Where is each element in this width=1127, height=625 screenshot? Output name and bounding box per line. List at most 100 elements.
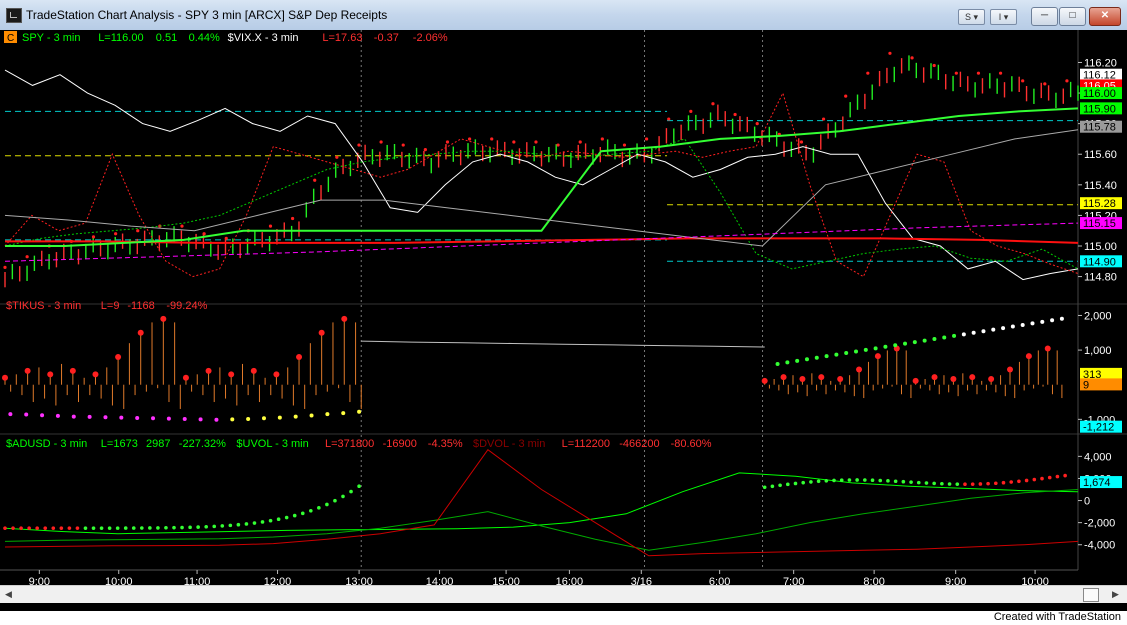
tick-extreme-dot [780, 374, 787, 381]
chart-plot-area[interactable]: C SPY - 3 min L=116.00 0.51 0.44% $VIX.X - 3 … [0, 30, 1127, 597]
tick-extreme-dot [1025, 353, 1032, 360]
legend-tikus-item: L=9 [101, 300, 120, 312]
trend-dot [246, 416, 251, 421]
legend-price-item: $VIX.X - 3 min [228, 32, 299, 44]
price-marker-label: -1,212 [1083, 422, 1114, 434]
trend-dot [1001, 326, 1006, 331]
series-line-price [5, 107, 1079, 247]
scroll-thumb[interactable] [1083, 588, 1099, 602]
adusd-dot [292, 513, 297, 518]
tick-extreme-dot [250, 367, 257, 374]
adusd-dot [99, 526, 104, 530]
tick-extreme-dot [799, 376, 806, 383]
adusd-dot [357, 484, 361, 488]
tick-extreme-dot [2, 374, 8, 381]
y-tick-label-price: 115.40 [1084, 180, 1117, 192]
adusd-dot [1047, 475, 1052, 480]
price-stop-dot [976, 71, 981, 75]
trend-dot [834, 352, 839, 357]
trend-dot [912, 340, 917, 345]
adusd-dot [349, 489, 353, 494]
adusd-dot [778, 483, 782, 488]
price-marker-label: 1,674 [1083, 477, 1111, 489]
window-title: TradeStation Chart Analysis - SPY 3 min … [26, 8, 388, 22]
y-tick-label-tikus: 2,000 [1084, 310, 1112, 322]
adusd-dot [909, 480, 913, 484]
price-stop-dot [268, 224, 273, 228]
scroll-left-arrow-icon[interactable]: ◀ [1, 587, 16, 601]
horizontal-scrollbar[interactable]: ◀ ▶ [0, 585, 1127, 603]
trend-dot [804, 357, 809, 362]
adusd-dot [1001, 480, 1006, 485]
tick-extreme-dot [137, 329, 144, 336]
trend-dot [166, 416, 171, 421]
price-stop-dot [224, 236, 228, 240]
trend-dot [854, 349, 858, 354]
price-stop-dot [401, 143, 405, 147]
legend-price-item: L=17.63 [322, 32, 362, 44]
price-stop-dot [821, 117, 826, 121]
adusd-dot [300, 511, 305, 516]
maximize-button[interactable]: □ [1059, 7, 1086, 26]
price-stop-dot [622, 143, 627, 147]
legend-adusd-item: L=112200 [562, 438, 610, 450]
price-stop-dot [998, 71, 1003, 75]
tick-extreme-dot [205, 367, 212, 374]
trend-dot [261, 416, 266, 421]
s-dropdown-label: S [964, 12, 971, 22]
trend-dot [844, 351, 849, 356]
legend-price-item: -2.06% [413, 32, 448, 44]
trend-dot [952, 333, 957, 338]
adusd-dot [236, 522, 241, 527]
legend-adusd-item: -16900 [383, 438, 417, 450]
y-tick-label-price: 114.80 [1084, 272, 1117, 284]
trend-dot [971, 330, 976, 335]
price-stop-dot [467, 137, 472, 141]
minimize-button[interactable]: ─ [1031, 7, 1058, 26]
adusd-dot [855, 478, 859, 482]
close-button[interactable]: ✕ [1089, 7, 1121, 26]
adusd-dot [67, 526, 72, 530]
legend-tikus-item: $TIKUS - 3 min [6, 300, 81, 312]
tick-extreme-dot [24, 367, 31, 374]
price-stop-dot [689, 109, 693, 114]
series-line-adusd [4, 448, 1079, 557]
trend-dot [922, 338, 927, 343]
adusd-dot [341, 494, 345, 499]
price-stop-dot [91, 235, 96, 239]
trend-dot [785, 360, 790, 365]
tick-extreme-dot [969, 374, 976, 381]
tick-extreme-dot [837, 376, 844, 383]
adusd-dot [220, 524, 225, 528]
y-tick-label-price: 116.20 [1084, 57, 1117, 69]
i-dropdown-button[interactable]: I ▾ [990, 9, 1017, 25]
scroll-right-arrow-icon[interactable]: ▶ [1108, 587, 1123, 601]
trend-dot [182, 416, 187, 421]
adusd-dot [870, 478, 875, 483]
trend-dot [151, 416, 156, 421]
trend-dot [341, 411, 346, 416]
adusd-dot [164, 526, 168, 530]
adusd-dot [123, 526, 128, 530]
legend-adusd-item: $UVOL - 3 min [236, 438, 308, 450]
price-stop-dot [291, 216, 295, 221]
y-tick-label-price: 115.00 [1084, 241, 1117, 253]
tick-extreme-dot [818, 374, 825, 381]
trend-dot [87, 414, 92, 419]
trend-dot [893, 343, 898, 348]
adusd-dot [901, 479, 906, 484]
price-stop-dot [423, 148, 427, 152]
tick-extreme-dot [296, 354, 303, 361]
trend-dot [71, 414, 76, 419]
adusd-dot [59, 526, 64, 530]
s-dropdown-button[interactable]: S ▾ [958, 9, 985, 25]
trend-dot [814, 355, 819, 360]
tick-extreme-dot [874, 353, 881, 360]
trend-dot [1030, 321, 1035, 326]
adusd-dot [878, 478, 883, 483]
adusd-dot [51, 526, 56, 530]
price-stop-dot [3, 265, 7, 270]
adusd-dot [91, 526, 96, 530]
tick-extreme-dot [318, 329, 325, 336]
tick-extreme-dot [1007, 366, 1014, 373]
